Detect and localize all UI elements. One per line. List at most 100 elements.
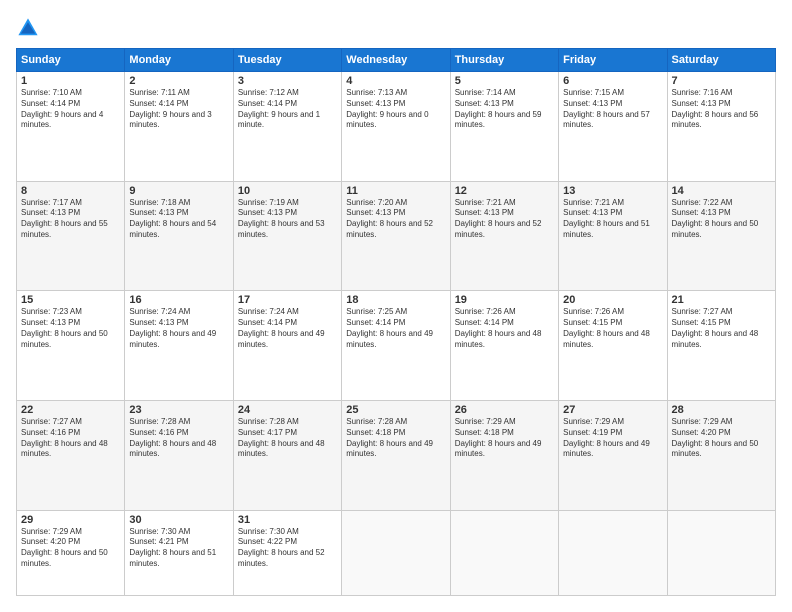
cell-info: Sunrise: 7:26 AM Sunset: 4:14 PM Dayligh… — [455, 307, 554, 350]
calendar-cell: 19 Sunrise: 7:26 AM Sunset: 4:14 PM Dayl… — [450, 291, 558, 401]
cell-info: Sunrise: 7:30 AM Sunset: 4:22 PM Dayligh… — [238, 527, 337, 570]
calendar-week-3: 15 Sunrise: 7:23 AM Sunset: 4:13 PM Dayl… — [17, 291, 776, 401]
day-number: 13 — [563, 185, 662, 197]
calendar-cell: 26 Sunrise: 7:29 AM Sunset: 4:18 PM Dayl… — [450, 401, 558, 511]
calendar-cell: 27 Sunrise: 7:29 AM Sunset: 4:19 PM Dayl… — [559, 401, 667, 511]
calendar-table: SundayMondayTuesdayWednesdayThursdayFrid… — [16, 48, 776, 596]
weekday-header-row: SundayMondayTuesdayWednesdayThursdayFrid… — [17, 49, 776, 72]
day-number: 16 — [129, 294, 228, 306]
day-number: 5 — [455, 75, 554, 87]
calendar-week-4: 22 Sunrise: 7:27 AM Sunset: 4:16 PM Dayl… — [17, 401, 776, 511]
calendar-cell: 3 Sunrise: 7:12 AM Sunset: 4:14 PM Dayli… — [233, 72, 341, 182]
logo — [16, 16, 44, 40]
weekday-header-saturday: Saturday — [667, 49, 775, 72]
cell-info: Sunrise: 7:29 AM Sunset: 4:18 PM Dayligh… — [455, 417, 554, 460]
cell-info: Sunrise: 7:23 AM Sunset: 4:13 PM Dayligh… — [21, 307, 120, 350]
day-number: 30 — [129, 514, 228, 526]
cell-info: Sunrise: 7:12 AM Sunset: 4:14 PM Dayligh… — [238, 88, 337, 131]
cell-info: Sunrise: 7:22 AM Sunset: 4:13 PM Dayligh… — [672, 198, 771, 241]
weekday-header-thursday: Thursday — [450, 49, 558, 72]
calendar-cell: 30 Sunrise: 7:30 AM Sunset: 4:21 PM Dayl… — [125, 510, 233, 595]
calendar-cell: 14 Sunrise: 7:22 AM Sunset: 4:13 PM Dayl… — [667, 181, 775, 291]
day-number: 14 — [672, 185, 771, 197]
day-number: 22 — [21, 404, 120, 416]
calendar-cell — [342, 510, 450, 595]
weekday-header-wednesday: Wednesday — [342, 49, 450, 72]
calendar-cell — [559, 510, 667, 595]
calendar-cell: 10 Sunrise: 7:19 AM Sunset: 4:13 PM Dayl… — [233, 181, 341, 291]
day-number: 28 — [672, 404, 771, 416]
calendar-cell: 9 Sunrise: 7:18 AM Sunset: 4:13 PM Dayli… — [125, 181, 233, 291]
calendar-cell — [450, 510, 558, 595]
cell-info: Sunrise: 7:20 AM Sunset: 4:13 PM Dayligh… — [346, 198, 445, 241]
cell-info: Sunrise: 7:25 AM Sunset: 4:14 PM Dayligh… — [346, 307, 445, 350]
cell-info: Sunrise: 7:24 AM Sunset: 4:14 PM Dayligh… — [238, 307, 337, 350]
calendar-week-2: 8 Sunrise: 7:17 AM Sunset: 4:13 PM Dayli… — [17, 181, 776, 291]
day-number: 9 — [129, 185, 228, 197]
calendar-cell: 13 Sunrise: 7:21 AM Sunset: 4:13 PM Dayl… — [559, 181, 667, 291]
cell-info: Sunrise: 7:28 AM Sunset: 4:17 PM Dayligh… — [238, 417, 337, 460]
weekday-header-friday: Friday — [559, 49, 667, 72]
cell-info: Sunrise: 7:13 AM Sunset: 4:13 PM Dayligh… — [346, 88, 445, 131]
cell-info: Sunrise: 7:19 AM Sunset: 4:13 PM Dayligh… — [238, 198, 337, 241]
day-number: 3 — [238, 75, 337, 87]
calendar-cell: 16 Sunrise: 7:24 AM Sunset: 4:13 PM Dayl… — [125, 291, 233, 401]
day-number: 17 — [238, 294, 337, 306]
day-number: 31 — [238, 514, 337, 526]
header — [16, 16, 776, 40]
calendar-cell: 15 Sunrise: 7:23 AM Sunset: 4:13 PM Dayl… — [17, 291, 125, 401]
calendar-cell: 11 Sunrise: 7:20 AM Sunset: 4:13 PM Dayl… — [342, 181, 450, 291]
day-number: 18 — [346, 294, 445, 306]
day-number: 12 — [455, 185, 554, 197]
cell-info: Sunrise: 7:14 AM Sunset: 4:13 PM Dayligh… — [455, 88, 554, 131]
calendar-cell: 2 Sunrise: 7:11 AM Sunset: 4:14 PM Dayli… — [125, 72, 233, 182]
day-number: 27 — [563, 404, 662, 416]
calendar-cell: 31 Sunrise: 7:30 AM Sunset: 4:22 PM Dayl… — [233, 510, 341, 595]
logo-icon — [16, 16, 40, 40]
cell-info: Sunrise: 7:27 AM Sunset: 4:15 PM Dayligh… — [672, 307, 771, 350]
calendar-cell: 28 Sunrise: 7:29 AM Sunset: 4:20 PM Dayl… — [667, 401, 775, 511]
day-number: 2 — [129, 75, 228, 87]
cell-info: Sunrise: 7:29 AM Sunset: 4:19 PM Dayligh… — [563, 417, 662, 460]
cell-info: Sunrise: 7:26 AM Sunset: 4:15 PM Dayligh… — [563, 307, 662, 350]
calendar-cell — [667, 510, 775, 595]
page: SundayMondayTuesdayWednesdayThursdayFrid… — [0, 0, 792, 612]
calendar-cell: 6 Sunrise: 7:15 AM Sunset: 4:13 PM Dayli… — [559, 72, 667, 182]
cell-info: Sunrise: 7:21 AM Sunset: 4:13 PM Dayligh… — [455, 198, 554, 241]
cell-info: Sunrise: 7:11 AM Sunset: 4:14 PM Dayligh… — [129, 88, 228, 131]
day-number: 24 — [238, 404, 337, 416]
day-number: 15 — [21, 294, 120, 306]
calendar-cell: 25 Sunrise: 7:28 AM Sunset: 4:18 PM Dayl… — [342, 401, 450, 511]
day-number: 8 — [21, 185, 120, 197]
weekday-header-monday: Monday — [125, 49, 233, 72]
calendar-cell: 18 Sunrise: 7:25 AM Sunset: 4:14 PM Dayl… — [342, 291, 450, 401]
cell-info: Sunrise: 7:28 AM Sunset: 4:18 PM Dayligh… — [346, 417, 445, 460]
calendar-cell: 12 Sunrise: 7:21 AM Sunset: 4:13 PM Dayl… — [450, 181, 558, 291]
day-number: 20 — [563, 294, 662, 306]
day-number: 19 — [455, 294, 554, 306]
calendar-week-5: 29 Sunrise: 7:29 AM Sunset: 4:20 PM Dayl… — [17, 510, 776, 595]
cell-info: Sunrise: 7:10 AM Sunset: 4:14 PM Dayligh… — [21, 88, 120, 131]
cell-info: Sunrise: 7:15 AM Sunset: 4:13 PM Dayligh… — [563, 88, 662, 131]
day-number: 26 — [455, 404, 554, 416]
cell-info: Sunrise: 7:30 AM Sunset: 4:21 PM Dayligh… — [129, 527, 228, 570]
cell-info: Sunrise: 7:17 AM Sunset: 4:13 PM Dayligh… — [21, 198, 120, 241]
day-number: 11 — [346, 185, 445, 197]
cell-info: Sunrise: 7:18 AM Sunset: 4:13 PM Dayligh… — [129, 198, 228, 241]
cell-info: Sunrise: 7:29 AM Sunset: 4:20 PM Dayligh… — [21, 527, 120, 570]
day-number: 23 — [129, 404, 228, 416]
calendar-cell: 7 Sunrise: 7:16 AM Sunset: 4:13 PM Dayli… — [667, 72, 775, 182]
day-number: 1 — [21, 75, 120, 87]
cell-info: Sunrise: 7:24 AM Sunset: 4:13 PM Dayligh… — [129, 307, 228, 350]
cell-info: Sunrise: 7:21 AM Sunset: 4:13 PM Dayligh… — [563, 198, 662, 241]
calendar-cell: 23 Sunrise: 7:28 AM Sunset: 4:16 PM Dayl… — [125, 401, 233, 511]
calendar-cell: 29 Sunrise: 7:29 AM Sunset: 4:20 PM Dayl… — [17, 510, 125, 595]
calendar-cell: 24 Sunrise: 7:28 AM Sunset: 4:17 PM Dayl… — [233, 401, 341, 511]
calendar-cell: 8 Sunrise: 7:17 AM Sunset: 4:13 PM Dayli… — [17, 181, 125, 291]
day-number: 10 — [238, 185, 337, 197]
cell-info: Sunrise: 7:16 AM Sunset: 4:13 PM Dayligh… — [672, 88, 771, 131]
calendar-cell: 20 Sunrise: 7:26 AM Sunset: 4:15 PM Dayl… — [559, 291, 667, 401]
day-number: 6 — [563, 75, 662, 87]
day-number: 7 — [672, 75, 771, 87]
cell-info: Sunrise: 7:27 AM Sunset: 4:16 PM Dayligh… — [21, 417, 120, 460]
